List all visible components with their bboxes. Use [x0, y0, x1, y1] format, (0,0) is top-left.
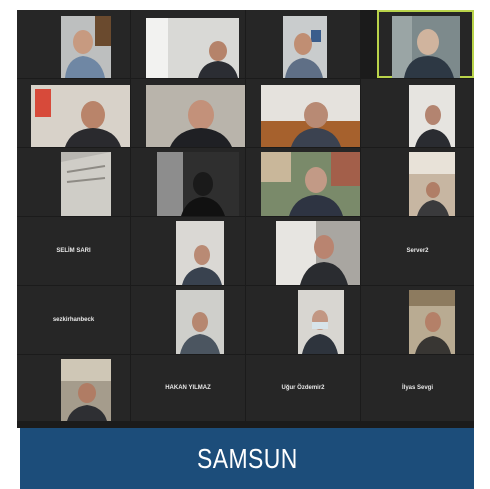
participant-name: SELİM SARI [56, 248, 91, 254]
participant-video [176, 221, 224, 285]
participant-video [276, 221, 360, 285]
participant-video [409, 290, 455, 354]
participant-tile-name[interactable]: İlyas Sevgi [361, 355, 474, 421]
participant-tile-video[interactable] [361, 286, 474, 354]
participant-video [157, 152, 239, 216]
participant-tile-video[interactable] [131, 10, 245, 78]
participant-video [261, 152, 360, 216]
participant-video [146, 85, 245, 147]
participant-name: sezkirhanbeck [52, 317, 95, 323]
participant-tile-video[interactable] [246, 217, 360, 285]
participant-tile-video[interactable] [17, 148, 130, 216]
participant-tile-video[interactable] [131, 148, 245, 216]
city-caption-banner: SAMSUN [20, 428, 474, 489]
participant-tile-video[interactable] [131, 286, 245, 354]
participant-tile-name[interactable]: Server2 [361, 217, 474, 285]
participant-video [261, 85, 360, 147]
participant-video [298, 290, 344, 354]
participant-tile-video[interactable] [361, 79, 474, 147]
participant-name: Server2 [406, 248, 429, 254]
participant-video [61, 359, 111, 421]
participant-name: HAKAN YILMAZ [165, 385, 211, 391]
participant-tile-video[interactable] [246, 79, 360, 147]
participant-tile-video[interactable] [131, 79, 245, 147]
participant-name: İlyas Sevgi [401, 385, 434, 391]
participant-video [392, 16, 460, 78]
participant-video [409, 85, 455, 147]
participant-tile-video[interactable] [361, 148, 474, 216]
participant-tile-video[interactable] [131, 217, 245, 285]
participant-tile-name[interactable]: HAKAN YILMAZ [131, 355, 245, 421]
participant-tile-name[interactable]: sezkirhanbeck [17, 286, 130, 354]
participant-tile-video[interactable] [246, 10, 360, 78]
participant-tile-video[interactable] [246, 286, 360, 354]
participant-tile-video[interactable] [246, 148, 360, 216]
participant-video [176, 290, 224, 354]
participant-name: Uğur Özdemir2 [281, 385, 325, 391]
participant-video [146, 18, 239, 78]
participant-video [283, 16, 327, 78]
participant-tile-video[interactable] [17, 10, 130, 78]
video-gallery: SELİM SARI Server2 sezkirhanbeck HAKAN Y… [17, 10, 474, 428]
participant-tile-active-speaker[interactable] [377, 10, 474, 78]
participant-video [409, 152, 455, 216]
participant-tile-name[interactable]: Uğur Özdemir2 [246, 355, 360, 421]
city-caption-text: SAMSUN [196, 442, 298, 474]
participant-video [61, 16, 111, 78]
participant-tile-name[interactable]: SELİM SARI [17, 217, 130, 285]
participant-tile-video[interactable] [17, 355, 130, 421]
participant-tile-video[interactable] [17, 79, 130, 147]
participant-video [31, 85, 130, 147]
participant-video [61, 152, 111, 216]
